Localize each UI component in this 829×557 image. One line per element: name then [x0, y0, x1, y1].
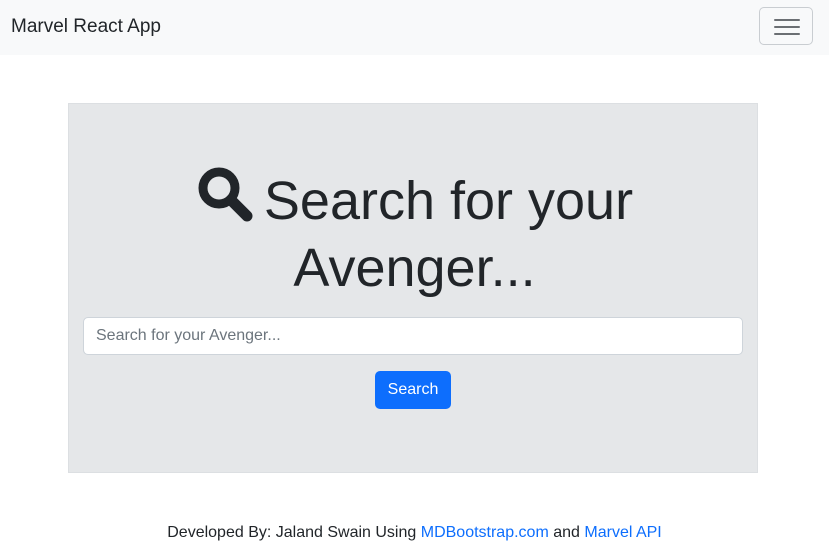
footer-link-mdbootstrap[interactable]: MDBootstrap.com	[421, 524, 549, 541]
footer-credit-text: Developed By: Jaland Swain Using	[167, 524, 417, 541]
footer-link-marvel-api[interactable]: Marvel API	[584, 524, 661, 541]
heading-text-line-2: Avenger...	[293, 238, 536, 298]
search-icon	[198, 167, 253, 222]
search-button[interactable]: Search	[375, 371, 451, 409]
navbar-toggler-button[interactable]	[759, 7, 813, 45]
search-input[interactable]	[83, 317, 743, 355]
page-heading: Search for your Avenger...	[0, 165, 829, 302]
footer: Developed By: Jaland Swain Using MDBoots…	[0, 522, 829, 544]
navbar: Marvel React App	[0, 0, 829, 55]
footer-conjunction: and	[553, 524, 580, 541]
navbar-brand[interactable]: Marvel React App	[11, 15, 161, 39]
heading-line-1: Search for your	[0, 165, 829, 235]
heading-text-line-1: Search for your	[263, 171, 634, 231]
